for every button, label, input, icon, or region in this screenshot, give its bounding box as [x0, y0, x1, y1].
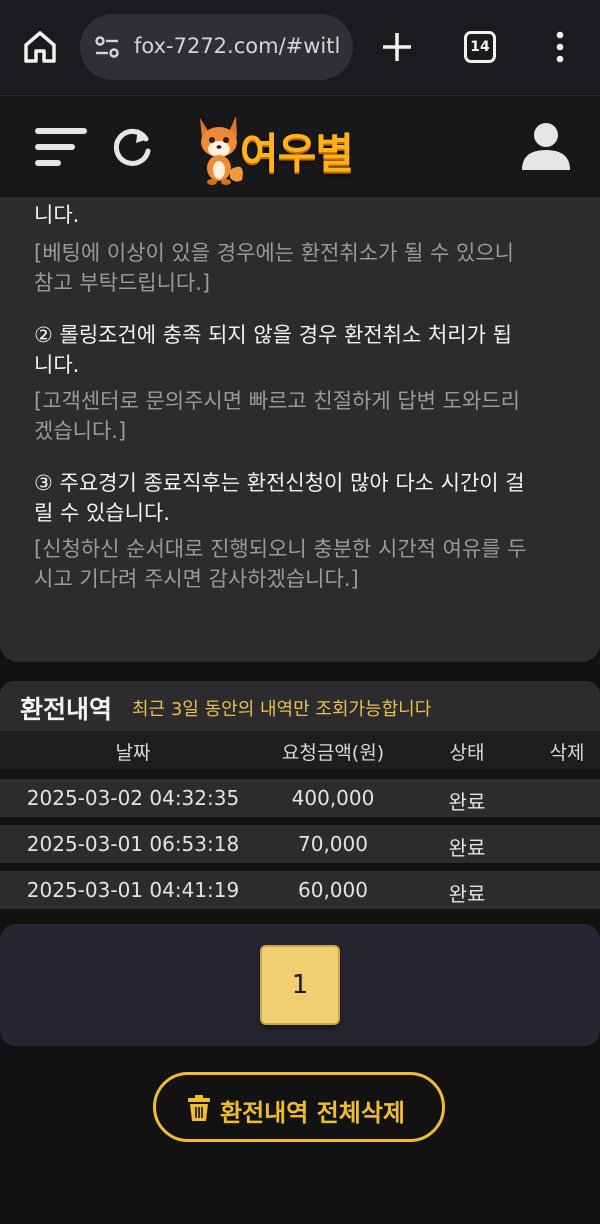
table-header: 날짜 요청금액(원) 상태 삭제	[0, 731, 600, 769]
row-date: 2025-03-01 06:53:18	[26, 832, 240, 856]
table-row: 2025-03-01 06:53:18 70,000 완료	[0, 825, 600, 863]
menu-icon[interactable]	[35, 126, 89, 168]
notice-item-3-line-2: 릴 수 있습니다.	[34, 501, 170, 525]
new-tab-icon[interactable]	[378, 28, 416, 66]
home-icon[interactable]	[20, 27, 60, 67]
trash-icon	[188, 1095, 210, 1121]
row-status: 완료	[448, 790, 486, 814]
browser-toolbar: fox-7272.com/#witl 14	[0, 0, 600, 94]
notice-item-2-line-2: 니다.	[34, 353, 80, 377]
delete-all-label: 환전내역 전체삭제	[220, 1099, 405, 1127]
notice-item-3-sub-2: 시고 기다려 주시면 감사하겠습니다.]	[34, 567, 359, 591]
user-icon[interactable]	[518, 118, 574, 174]
notice-fragment-sub-2: 참고 부탁드립니다.]	[34, 271, 211, 295]
site-header: 여우별	[0, 95, 600, 197]
column-header-amount: 요청금액(원)	[281, 742, 385, 764]
history-section-header: 환전내역 최근 3일 동안의 내역만 조회가능합니다	[0, 681, 600, 731]
notice-item-3-sub-1: [신청하신 순서대로 진행되오니 충분한 시간적 여유를 두	[34, 537, 527, 561]
table-row: 2025-03-01 04:41:19 60,000 완료	[0, 871, 600, 909]
fox-mascot-icon	[200, 116, 243, 185]
notice-panel: 니다. [베팅에 이상이 있을 경우에는 환전취소가 될 수 있으니 참고 부탁…	[0, 197, 600, 662]
column-header-delete: 삭제	[549, 742, 585, 764]
table-row: 2025-03-02 04:32:35 400,000 완료	[0, 779, 600, 817]
tab-switcher-button[interactable]: 14	[464, 31, 496, 63]
notice-fragment: 니다.	[34, 203, 80, 227]
row-status: 완료	[448, 882, 486, 906]
more-options-icon[interactable]	[548, 28, 572, 66]
delete-all-button[interactable]: 환전내역 전체삭제	[153, 1072, 445, 1142]
address-bar[interactable]: fox-7272.com/#witl	[80, 14, 353, 80]
row-date: 2025-03-01 04:41:19	[26, 878, 240, 902]
notice-item-3-line-1: ③ 주요경기 종료직후는 환전신청이 많아 다소 시간이 걸	[34, 471, 525, 495]
history-title: 환전내역	[20, 695, 113, 724]
column-header-status: 상태	[449, 742, 485, 764]
logo-text: 여우별	[240, 129, 354, 178]
site-settings-icon[interactable]	[94, 34, 120, 60]
notice-item-2-sub-2: 겠습니다.]	[34, 419, 127, 443]
refresh-icon[interactable]	[108, 123, 156, 171]
url-text[interactable]: fox-7272.com/#witl	[134, 34, 342, 58]
page-button-current[interactable]: 1	[260, 945, 340, 1025]
notice-item-2-sub-1: [고객센터로 문의주시면 빠르고 친절하게 답변 도와드리	[34, 389, 520, 413]
site-logo[interactable]: 여우별	[192, 108, 408, 186]
notice-item-2-line-1: ② 롤링조건에 충족 되지 않을 경우 환전취소 처리가 됩	[34, 323, 512, 347]
history-note: 최근 3일 동안의 내역만 조회가능합니다	[132, 699, 432, 720]
pagination: 1	[0, 924, 600, 1046]
row-amount: 70,000	[298, 832, 368, 856]
row-status: 완료	[448, 836, 486, 860]
row-amount: 400,000	[291, 786, 375, 810]
row-amount: 60,000	[298, 878, 368, 902]
column-header-date: 날짜	[115, 742, 151, 764]
notice-fragment-sub-1: [베팅에 이상이 있을 경우에는 환전취소가 될 수 있으니	[34, 241, 514, 265]
row-date: 2025-03-02 04:32:35	[26, 786, 240, 810]
